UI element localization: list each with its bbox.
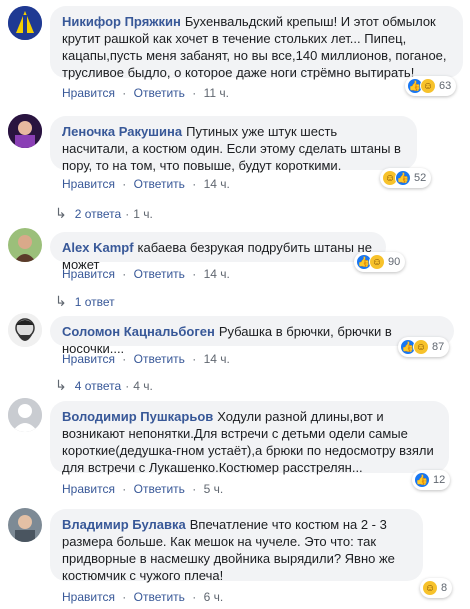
replies-time: 4 ч. <box>133 378 153 393</box>
comment-bubble: Alex Kampf кабаева безрукая подрубить шта… <box>50 232 386 272</box>
comment-actions: Нравится · Ответить · 14 ч. <box>62 352 230 366</box>
like-link[interactable]: Нравится <box>62 86 115 100</box>
comment-author[interactable]: Alex Kampf <box>62 240 134 255</box>
reaction-count: 52 <box>414 172 427 184</box>
replies-time: 1 ч. <box>133 206 153 221</box>
comment-author[interactable]: Владимир Булавка <box>62 517 186 532</box>
timestamp[interactable]: 14 ч. <box>204 352 230 366</box>
reaction-summary[interactable]: 👍 ☺ 63 <box>405 76 457 96</box>
reply-link[interactable]: Ответить <box>134 590 185 604</box>
comment-bubble: Леночка Ракушина Путиных уже штук шесть н… <box>50 116 417 173</box>
reply-link[interactable]: Ответить <box>134 352 185 366</box>
reaction-summary[interactable]: 👍 ☺ 87 <box>398 337 450 357</box>
reply-link[interactable]: Ответить <box>134 86 185 100</box>
reaction-count: 90 <box>388 256 401 268</box>
haha-icon: ☺ <box>369 254 385 270</box>
reaction-summary[interactable]: 👍 ☺ 90 <box>354 252 406 272</box>
comment-actions: Нравится · Ответить · 6 ч. <box>62 590 224 604</box>
timestamp[interactable]: 14 ч. <box>204 177 230 191</box>
comment-author[interactable]: Никифор Пряжкин <box>62 14 181 29</box>
comment-actions: Нравится · Ответить · 14 ч. <box>62 267 230 281</box>
like-link[interactable]: Нравится <box>62 590 115 604</box>
like-link[interactable]: Нравится <box>62 482 115 496</box>
comment-actions: Нравится · Ответить · 5 ч. <box>62 482 224 496</box>
reply-arrow-icon: ↳ <box>55 205 67 221</box>
haha-icon: ☺ <box>420 78 436 94</box>
timestamp[interactable]: 6 ч. <box>204 590 224 604</box>
reply-link[interactable]: Ответить <box>134 482 185 496</box>
comment-author[interactable]: Леночка Ракушина <box>62 124 182 139</box>
view-replies[interactable]: ↳ 2 ответа · 1 ч. <box>55 205 153 222</box>
like-icon: 👍 <box>414 472 430 488</box>
view-replies[interactable]: ↳ 4 ответа · 4 ч. <box>55 377 153 394</box>
reply-arrow-icon: ↳ <box>55 293 67 309</box>
reaction-summary[interactable]: 👍 12 <box>412 470 451 490</box>
comment-bubble: Владимир Булавка Впечатление что костюм н… <box>50 509 423 583</box>
avatar[interactable] <box>8 6 42 40</box>
reaction-summary[interactable]: ☺ 👍 52 <box>380 168 432 188</box>
replies-count[interactable]: 2 ответа <box>75 207 121 221</box>
view-replies[interactable]: ↳ 1 ответ <box>55 293 115 310</box>
reply-arrow-icon: ↳ <box>55 377 67 393</box>
replies-count[interactable]: 4 ответа <box>75 379 121 393</box>
reply-link[interactable]: Ответить <box>134 267 185 281</box>
like-link[interactable]: Нравится <box>62 177 115 191</box>
replies-count[interactable]: 1 ответ <box>75 295 115 309</box>
comment-bubble: Соломон Кацнальбоген Рубашка в брючки, бр… <box>50 316 454 356</box>
like-icon: 👍 <box>395 170 411 186</box>
reaction-count: 8 <box>441 582 448 594</box>
reaction-count: 63 <box>439 80 452 92</box>
like-link[interactable]: Нравится <box>62 352 115 366</box>
haha-icon: ☺ <box>413 339 429 355</box>
avatar[interactable] <box>8 508 42 542</box>
reaction-count: 87 <box>432 341 445 353</box>
reply-link[interactable]: Ответить <box>134 177 185 191</box>
comments-thread: Никифор Пряжкин Бухенвальдский крепыш! И … <box>0 0 470 609</box>
avatar[interactable] <box>8 228 42 262</box>
comment-actions: Нравится · Ответить · 14 ч. <box>62 177 230 191</box>
timestamp[interactable]: 5 ч. <box>204 482 224 496</box>
comment-actions: Нравится · Ответить · 11 ч. <box>62 86 230 100</box>
avatar[interactable] <box>8 398 42 432</box>
comment-bubble: Никифор Пряжкин Бухенвальдский крепыш! И … <box>50 6 463 80</box>
avatar[interactable] <box>8 114 42 148</box>
comment-bubble: Володимир Пушкарьов Ходули разной длины,в… <box>50 401 449 475</box>
avatar[interactable] <box>8 313 42 347</box>
timestamp[interactable]: 14 ч. <box>204 267 230 281</box>
timestamp[interactable]: 11 ч. <box>204 86 229 100</box>
comment-author[interactable]: Соломон Кацнальбоген <box>62 324 215 339</box>
reaction-count: 12 <box>433 474 446 486</box>
comment-author[interactable]: Володимир Пушкарьов <box>62 409 213 424</box>
haha-icon: ☺ <box>422 580 438 596</box>
like-link[interactable]: Нравится <box>62 267 115 281</box>
reaction-summary[interactable]: ☺ 8 <box>420 578 453 598</box>
